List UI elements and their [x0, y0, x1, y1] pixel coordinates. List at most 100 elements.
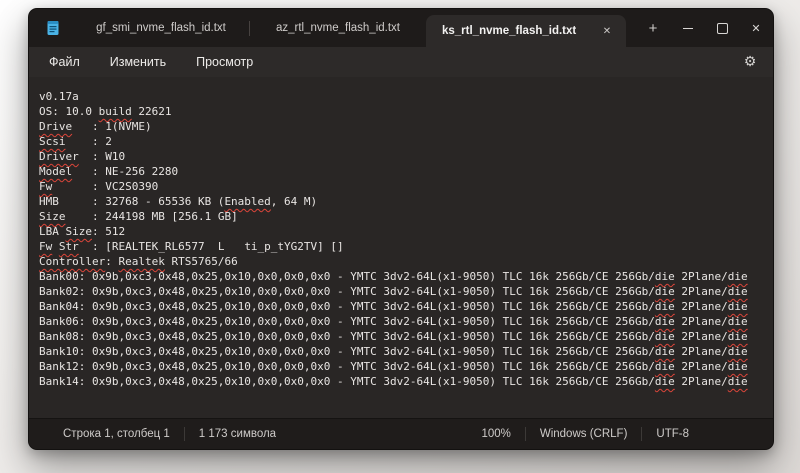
- menu-items: Файл Изменить Просмотр: [37, 51, 265, 73]
- maximize-icon: [716, 22, 728, 34]
- title-bar: gf_smi_nvme_flash_id.txt az_rtl_nvme_flas…: [29, 9, 773, 47]
- misspelled-word: Fw: [39, 180, 53, 193]
- text-segment: Bank10: 0x9b,0xc3,0x48,0x25,0x10,0x0,0x0…: [39, 345, 655, 358]
- editor-line: Driver : W10: [39, 149, 769, 164]
- tab-strip: gf_smi_nvme_flash_id.txt az_rtl_nvme_flas…: [73, 9, 626, 47]
- new-tab-button[interactable]: +: [640, 15, 666, 41]
- close-tab-button[interactable]: ✕: [596, 20, 618, 42]
- misspelled-word: die: [727, 270, 748, 283]
- text-segment: : 1(NVME): [72, 120, 152, 133]
- text-segment: Bank02: 0x9b,0xc3,0x48,0x25,0x10,0x0,0x0…: [39, 285, 655, 298]
- text-segment: : W10: [78, 150, 126, 163]
- tab-label: gf_smi_nvme_flash_id.txt: [96, 22, 226, 34]
- text-segment: 2Plane/: [674, 300, 728, 313]
- misspelled-word: Model: [39, 165, 73, 178]
- editor-line: HMB : 32768 - 65536 KB (Enabled, 64 M): [39, 194, 769, 209]
- text-segment: :: [105, 255, 119, 268]
- editor-line: Bank08: 0x9b,0xc3,0x48,0x25,0x10,0x0,0x0…: [39, 329, 769, 344]
- editor-line: Bank10: 0x9b,0xc3,0x48,0x25,0x10,0x0,0x0…: [39, 344, 769, 359]
- editor-line: Scsi : 2: [39, 134, 769, 149]
- text-segment: 2Plane/: [674, 270, 728, 283]
- misspelled-word: Drive: [39, 120, 73, 133]
- close-window-button[interactable]: ✕: [739, 9, 773, 47]
- editor-line: Bank12: 0x9b,0xc3,0x48,0x25,0x10,0x0,0x0…: [39, 359, 769, 374]
- tab-ks-rtl-nvme-flash-id[interactable]: ks_rtl_nvme_flash_id.txt ✕: [426, 15, 626, 47]
- misspelled-word: die: [654, 345, 675, 358]
- minimize-icon: [683, 27, 693, 29]
- misspelled-word: Enabled: [224, 195, 271, 208]
- misspelled-word: die: [727, 330, 748, 343]
- editor-line: Fw : VC2S0390: [39, 179, 769, 194]
- editor-line: LBA Size: 512: [39, 224, 769, 239]
- text-segment: OS: 10.0: [39, 105, 99, 118]
- misspelled-word: Size: [39, 210, 66, 223]
- editor-line: Size : 244198 MB [256.1 GB]: [39, 209, 769, 224]
- misspelled-word: die: [654, 270, 675, 283]
- misspelled-word: die: [654, 300, 675, 313]
- text-segment: Bank08: 0x9b,0xc3,0x48,0x25,0x10,0x0,0x0…: [39, 330, 655, 343]
- menu-file[interactable]: Файл: [37, 51, 92, 73]
- status-left-group: Строка 1, столбец 1 1 173 символа: [29, 427, 290, 441]
- misspelled-word: Controller: [39, 255, 106, 268]
- misspelled-word: die: [727, 375, 748, 388]
- encoding: UTF-8: [656, 428, 689, 440]
- editor-line: Drive : 1(NVME): [39, 119, 769, 134]
- text-segment: v0.17a: [39, 90, 79, 103]
- menu-view[interactable]: Просмотр: [184, 51, 265, 73]
- editor-line: Bank04: 0x9b,0xc3,0x48,0x25,0x10,0x0,0x0…: [39, 299, 769, 314]
- character-count: 1 173 символа: [198, 428, 277, 440]
- misspelled-word: die: [654, 315, 675, 328]
- text-segment: 2Plane/: [674, 360, 728, 373]
- settings-gear-icon[interactable]: ⚙: [737, 49, 763, 75]
- notepad-icon: [47, 21, 59, 35]
- misspelled-word: die: [654, 285, 675, 298]
- cursor-position: Строка 1, столбец 1: [63, 428, 170, 440]
- editor-line: Bank06: 0x9b,0xc3,0x48,0x25,0x10,0x0,0x0…: [39, 314, 769, 329]
- tab-label: az_rtl_nvme_flash_id.txt: [275, 22, 400, 34]
- tab-az-rtl-nvme-flash-id[interactable]: az_rtl_nvme_flash_id.txt: [250, 9, 426, 47]
- text-segment: 22621: [131, 105, 172, 118]
- text-segment: : 244198 MB [256.1 GB]: [65, 210, 238, 223]
- text-segment: [52, 240, 59, 253]
- notepad-window: gf_smi_nvme_flash_id.txt az_rtl_nvme_flas…: [28, 8, 774, 450]
- text-segment: Bank04: 0x9b,0xc3,0x48,0x25,0x10,0x0,0x0…: [39, 300, 655, 313]
- editor-line: OS: 10.0 build 22621: [39, 104, 769, 119]
- editor-line: Bank14: 0x9b,0xc3,0x48,0x25,0x10,0x0,0x0…: [39, 374, 769, 389]
- app-icon-area: [29, 9, 73, 47]
- tab-label: ks_rtl_nvme_flash_id.txt: [442, 25, 577, 37]
- status-right-group: 100% Windows (CRLF) UTF-8: [467, 427, 703, 441]
- misspelled-word: die: [727, 360, 748, 373]
- misspelled-word: Fw: [39, 240, 53, 253]
- text-segment: HMB : 32768 - 65536 KB (: [39, 195, 225, 208]
- misspelled-word: die: [654, 330, 675, 343]
- misspelled-word: Size: [65, 225, 93, 238]
- text-segment: : 2: [65, 135, 112, 148]
- editor-line: Bank00: 0x9b,0xc3,0x48,0x25,0x10,0x0,0x0…: [39, 269, 769, 284]
- editor-line: v0.17a: [39, 89, 769, 104]
- editor-line: Fw Str : [REALTEK_RL6577 L ti_p_tYG2TV] …: [39, 239, 769, 254]
- tab-gf-smi-nvme-flash-id[interactable]: gf_smi_nvme_flash_id.txt: [73, 9, 249, 47]
- misspelled-word: die: [654, 360, 675, 373]
- text-segment: : 512: [92, 225, 126, 238]
- misspelled-word: Scsi: [39, 135, 66, 148]
- misspelled-word: die: [727, 345, 748, 358]
- text-segment: : [REALTEK_RL6577 L ti_p_tYG2TV] []: [78, 240, 344, 253]
- minimize-button[interactable]: [671, 9, 705, 47]
- menu-edit[interactable]: Изменить: [98, 51, 178, 73]
- misspelled-word: build: [98, 105, 132, 118]
- text-editor[interactable]: v0.17a OS: 10.0 build 22621 Drive : 1(NVME…: [29, 77, 773, 418]
- text-segment: LBA: [39, 225, 66, 238]
- close-icon: ✕: [751, 22, 761, 35]
- zoom-level: 100%: [481, 428, 511, 440]
- text-segment: 2Plane/: [674, 330, 728, 343]
- misspelled-word: die: [727, 285, 748, 298]
- menu-bar: Файл Изменить Просмотр ⚙: [29, 47, 773, 77]
- text-segment: 2Plane/: [674, 375, 728, 388]
- text-segment: : NE-256 2280: [72, 165, 179, 178]
- editor-line: Model : NE-256 2280: [39, 164, 769, 179]
- text-segment: Bank06: 0x9b,0xc3,0x48,0x25,0x10,0x0,0x0…: [39, 315, 655, 328]
- maximize-button[interactable]: [705, 9, 739, 47]
- text-segment: Bank00: 0x9b,0xc3,0x48,0x25,0x10,0x0,0x0…: [39, 270, 655, 283]
- text-segment: 2Plane/: [674, 285, 728, 298]
- text-segment: Bank12: 0x9b,0xc3,0x48,0x25,0x10,0x0,0x0…: [39, 360, 655, 373]
